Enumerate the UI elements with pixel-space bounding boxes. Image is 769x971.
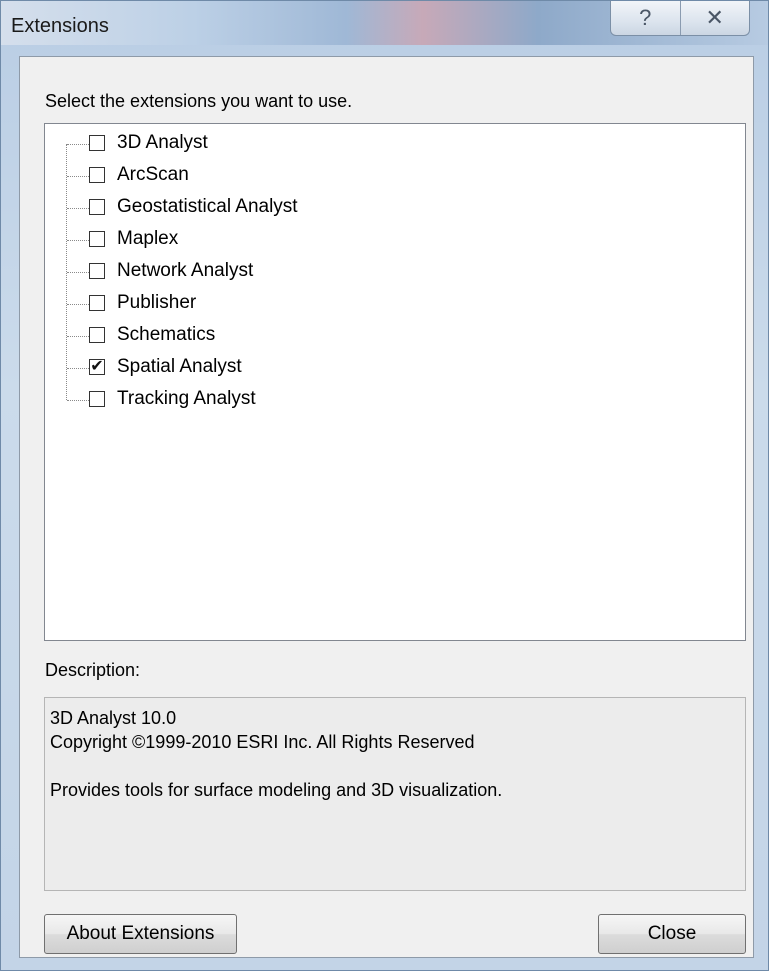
extensions-list[interactable]: 3D Analyst ArcScan Geostatistical Analys… (44, 123, 746, 641)
extension-checkbox[interactable] (89, 199, 105, 215)
list-item[interactable]: Geostatistical Analyst (45, 192, 745, 224)
description-box: 3D Analyst 10.0 Copyright ©1999-2010 ESR… (44, 697, 746, 891)
extension-label[interactable]: Geostatistical Analyst (117, 196, 298, 218)
list-item[interactable]: Schematics (45, 320, 745, 352)
extension-label[interactable]: Maplex (117, 228, 178, 250)
tree-branch-line (67, 400, 89, 401)
extension-label[interactable]: Schematics (117, 324, 215, 346)
list-item[interactable]: ArcScan (45, 160, 745, 192)
help-button[interactable]: ? (611, 1, 680, 35)
tree-branch-line (67, 176, 89, 177)
extension-checkbox[interactable] (89, 263, 105, 279)
tree-branch-line (67, 240, 89, 241)
title-bar[interactable]: Extensions ? ✕ (1, 1, 768, 45)
extension-checkbox[interactable] (89, 327, 105, 343)
help-icon: ? (639, 5, 652, 30)
extension-checkbox[interactable] (89, 295, 105, 311)
tree-branch-line (67, 208, 89, 209)
extension-checkbox[interactable] (89, 231, 105, 247)
extension-checkbox[interactable] (89, 167, 105, 183)
window-close-button[interactable]: ✕ (679, 1, 750, 35)
extension-checkbox[interactable]: ✔ (89, 359, 105, 375)
window-title: Extensions (11, 15, 109, 37)
extension-label[interactable]: 3D Analyst (117, 132, 208, 154)
list-item[interactable]: Maplex (45, 224, 745, 256)
description-text: Provides tools for surface modeling and … (50, 780, 503, 800)
extension-checkbox[interactable] (89, 391, 105, 407)
description-title: 3D Analyst 10.0 (50, 708, 177, 728)
list-item[interactable]: Publisher (45, 288, 745, 320)
list-item[interactable]: ✔ Spatial Analyst (45, 352, 745, 384)
tree-branch-line (67, 272, 89, 273)
extension-checkbox[interactable] (89, 135, 105, 151)
extension-label[interactable]: Spatial Analyst (117, 356, 242, 378)
close-icon: ✕ (705, 5, 724, 30)
about-extensions-button[interactable]: About Extensions (44, 914, 237, 954)
description-copyright: Copyright ©1999-2010 ESRI Inc. All Right… (50, 732, 475, 752)
extension-label[interactable]: Tracking Analyst (117, 388, 256, 410)
list-item[interactable]: Network Analyst (45, 256, 745, 288)
instruction-text: Select the extensions you want to use. (45, 91, 353, 111)
tree-branch-line (67, 304, 89, 305)
tree-branch-line (67, 368, 89, 369)
list-item[interactable]: Tracking Analyst (45, 384, 745, 416)
extensions-dialog: Extensions ? ✕ Select the extensions you… (0, 0, 769, 971)
dialog-client-area: Select the extensions you want to use. 3… (19, 56, 754, 958)
list-item[interactable]: 3D Analyst (45, 128, 745, 160)
tree-branch-line (67, 336, 89, 337)
description-label: Description: (45, 660, 141, 680)
close-button[interactable]: Close (598, 914, 746, 954)
caption-buttons: ? ✕ (610, 1, 750, 36)
extension-label[interactable]: Network Analyst (117, 260, 253, 282)
tree-branch-line (67, 144, 89, 145)
extension-label[interactable]: Publisher (117, 292, 196, 314)
extension-label[interactable]: ArcScan (117, 164, 189, 186)
